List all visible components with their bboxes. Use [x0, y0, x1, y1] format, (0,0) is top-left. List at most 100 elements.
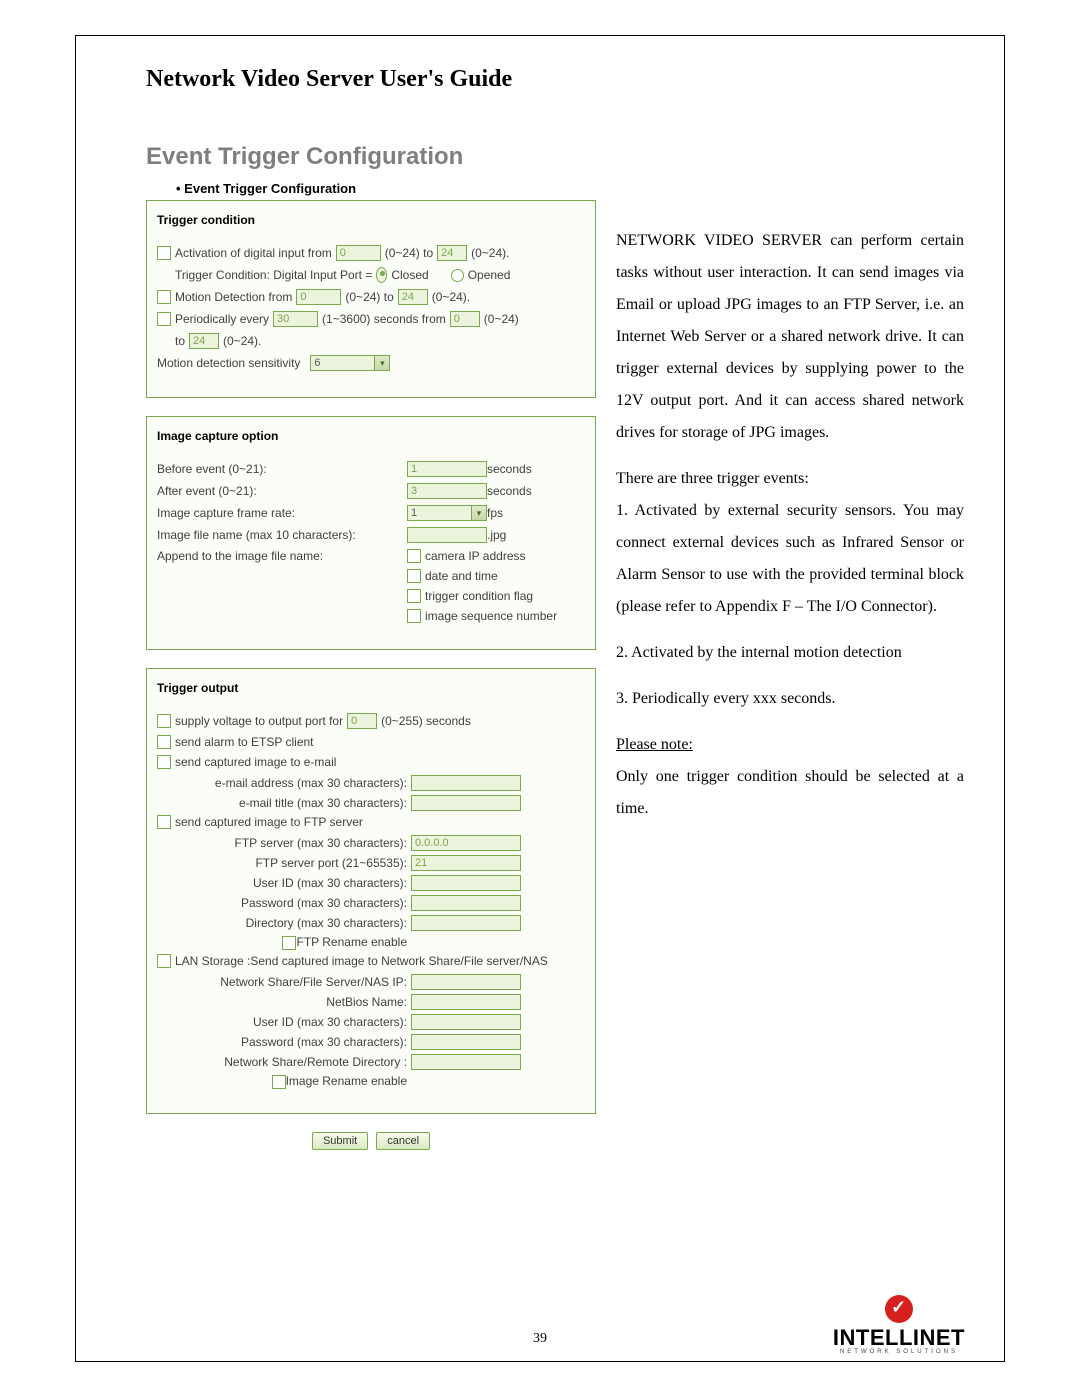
lan-rename-cb[interactable] [272, 1075, 286, 1089]
supply-label: supply voltage to output port for [175, 714, 343, 728]
ftp-dir-label: Directory (max 30 characters): [157, 916, 411, 930]
lan-ip-label: Network Share/File Server/NAS IP: [157, 975, 411, 989]
chevron-down-icon: ▾ [374, 356, 389, 370]
body-p6: Please note: [616, 729, 964, 761]
lan-rename-label: Image Rename enable [286, 1074, 407, 1088]
ftp-pass-input[interactable] [411, 895, 521, 911]
config-header: Event Trigger Configuration [176, 181, 596, 196]
append-ip-cb[interactable] [407, 549, 421, 563]
doc-title: Network Video Server User's Guide [146, 66, 964, 93]
activation-checkbox[interactable] [157, 246, 171, 260]
sens-label: Motion detection sensitivity [157, 356, 300, 370]
body-p7: Only one trigger condition should be sel… [616, 761, 964, 825]
closed-radio[interactable] [376, 267, 387, 283]
lan-user-label: User ID (max 30 characters): [157, 1015, 411, 1029]
activation-to-input[interactable]: 24 [437, 245, 467, 261]
trigger-condition-panel: Trigger condition Activation of digital … [146, 200, 596, 398]
email-addr-input[interactable] [411, 775, 521, 791]
periodic-r2: (0~24) [484, 312, 519, 326]
tc-label: Trigger Condition: Digital Input Port = [175, 268, 372, 282]
lan-user-input[interactable] [411, 1014, 521, 1030]
after-input[interactable]: 3 [407, 483, 487, 499]
trigger-output-title: Trigger output [157, 681, 585, 695]
sens-val: 6 [314, 357, 320, 369]
supply-r: (0~255) seconds [381, 714, 471, 728]
logo-tagline: NETWORK SOLUTIONS [833, 1349, 965, 1355]
append-tc: trigger condition flag [425, 589, 533, 603]
ftp-user-label: User ID (max 30 characters): [157, 876, 411, 890]
opened-label: Opened [468, 268, 511, 282]
fps-label: fps [487, 506, 503, 520]
body-p5: 3. Periodically every xxx seconds. [616, 683, 964, 715]
append-label: Append to the image file name: [157, 549, 407, 563]
body-p2: There are three trigger events: [616, 463, 964, 495]
lan-pass-label: Password (max 30 characters): [157, 1035, 411, 1049]
etsp-label: send alarm to ETSP client [175, 735, 314, 749]
seconds1: seconds [487, 462, 532, 476]
lan-nb-label: NetBios Name: [157, 995, 411, 1009]
append-ip: camera IP address [425, 549, 526, 563]
email-addr-label: e-mail address (max 30 characters): [157, 776, 411, 790]
ftp-label: send captured image to FTP server [175, 815, 363, 829]
periodic-label: Periodically every [175, 312, 269, 326]
lan-nb-input[interactable] [411, 994, 521, 1010]
logo-mark-icon [885, 1295, 913, 1323]
ftp-cb[interactable] [157, 815, 171, 829]
opened-radio[interactable] [451, 269, 464, 282]
to-val-input[interactable]: 24 [189, 333, 219, 349]
lan-pass-input[interactable] [411, 1034, 521, 1050]
lan-dir-label: Network Share/Remote Directory : [157, 1055, 411, 1069]
supply-cb[interactable] [157, 714, 171, 728]
append-dt-cb[interactable] [407, 569, 421, 583]
ftp-pass-label: Password (max 30 characters): [157, 896, 411, 910]
ftp-port-input[interactable]: 21 [411, 855, 521, 871]
email-cb[interactable] [157, 755, 171, 769]
ftp-user-input[interactable] [411, 875, 521, 891]
cancel-button[interactable]: cancel [376, 1132, 430, 1150]
before-label: Before event (0~21): [157, 462, 407, 476]
jpg-label: .jpg [487, 528, 506, 542]
periodic-val-input[interactable]: 30 [273, 311, 318, 327]
lan-dir-input[interactable] [411, 1054, 521, 1070]
ftp-port-label: FTP server port (21~65535): [157, 856, 411, 870]
motion-checkbox[interactable] [157, 290, 171, 304]
activation-from-input[interactable]: 0 [336, 245, 381, 261]
periodic-r: (1~3600) seconds from [322, 312, 446, 326]
ftp-server-input[interactable]: 0.0.0.0 [411, 835, 521, 851]
periodic-checkbox[interactable] [157, 312, 171, 326]
body-p3: 1. Activated by external security sensor… [616, 495, 964, 623]
lan-ip-input[interactable] [411, 974, 521, 990]
append-sn-cb[interactable] [407, 609, 421, 623]
motion-to-input[interactable]: 24 [398, 289, 428, 305]
supply-input[interactable]: 0 [347, 713, 377, 729]
submit-button[interactable]: Submit [312, 1132, 368, 1150]
before-input[interactable]: 1 [407, 461, 487, 477]
closed-label: Closed [391, 268, 428, 282]
to-label: to [175, 334, 185, 348]
motion-from-input[interactable]: 0 [296, 289, 341, 305]
ftp-dir-input[interactable] [411, 915, 521, 931]
motion-r1: (0~24) to [345, 290, 393, 304]
seconds2: seconds [487, 484, 532, 498]
page-title: Event Trigger Configuration [146, 143, 964, 171]
motion-r2: (0~24). [432, 290, 470, 304]
fname-label: Image file name (max 10 characters): [157, 528, 407, 542]
body-p1: NETWORK VIDEO SERVER can perform certain… [616, 225, 964, 449]
append-tc-cb[interactable] [407, 589, 421, 603]
email-title-input[interactable] [411, 795, 521, 811]
ftp-rename-cb[interactable] [282, 936, 296, 950]
email-label: send captured image to e-mail [175, 755, 336, 769]
rate-select[interactable]: 1 ▾ [407, 505, 487, 521]
append-dt: date and time [425, 569, 498, 583]
sens-select[interactable]: 6 ▾ [310, 355, 390, 371]
fname-input[interactable] [407, 527, 487, 543]
brand-logo: INTELLINET NETWORK SOLUTIONS [833, 1295, 965, 1355]
rate-val: 1 [411, 507, 417, 519]
lan-cb[interactable] [157, 954, 171, 968]
etsp-cb[interactable] [157, 735, 171, 749]
after-label: After event (0~21): [157, 484, 407, 498]
image-capture-title: Image capture option [157, 429, 585, 443]
ftp-rename-label: FTP Rename enable [296, 935, 407, 949]
activation-range2: (0~24). [471, 246, 509, 260]
periodic-from-input[interactable]: 0 [450, 311, 480, 327]
